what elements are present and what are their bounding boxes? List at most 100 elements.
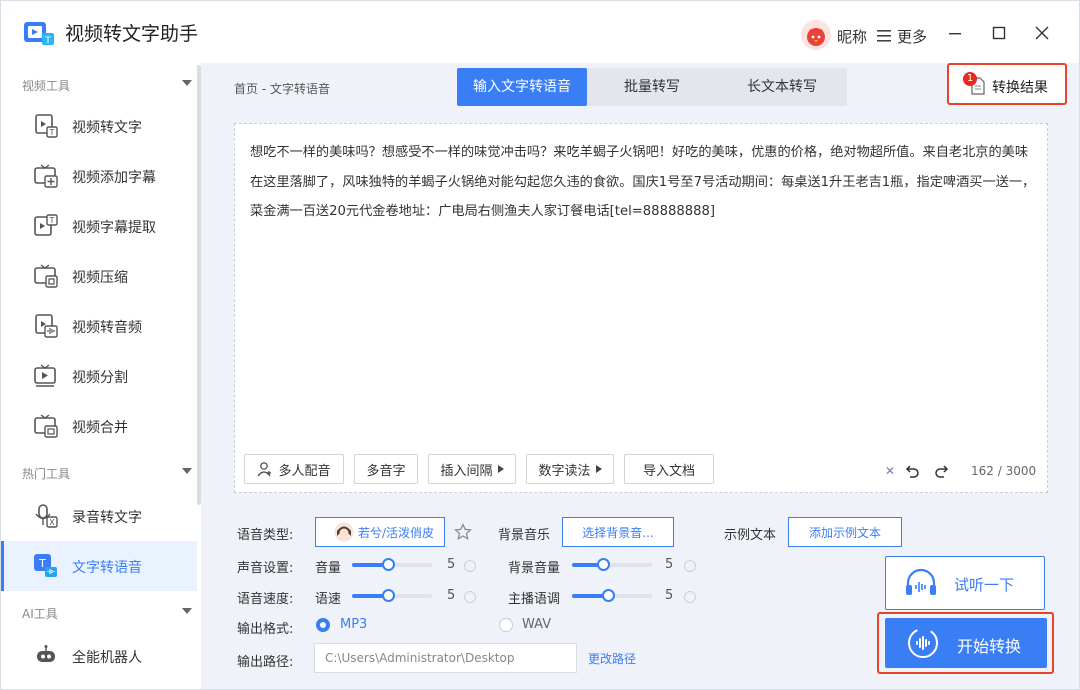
breadcrumb: 首页 - 文字转语音 xyxy=(234,82,330,96)
select-bgm-button[interactable]: 选择背景音... xyxy=(562,517,674,547)
rate-label: 语速 xyxy=(315,592,342,607)
output-path-input[interactable]: C:\Users\Administrator\Desktop xyxy=(314,643,577,673)
listen-label: 试听一下 xyxy=(954,576,1015,594)
mode-tabs: 输入文字转语音 批量转写 长文本转写 xyxy=(457,68,847,106)
bg-volume-label: 背景音量 xyxy=(508,561,561,576)
polyphone-button[interactable]: 多音字 xyxy=(354,454,418,484)
sidebar-section-hot-tools[interactable]: 热门工具 xyxy=(1,453,197,489)
sidebar-item-video-compress[interactable]: 视频压缩 xyxy=(1,251,197,301)
format-mp3-radio[interactable] xyxy=(316,618,330,632)
bg-volume-slider[interactable] xyxy=(572,558,652,571)
reset-rate-icon[interactable] xyxy=(464,591,476,603)
chevron-down-icon xyxy=(182,468,192,474)
pitch-knob[interactable] xyxy=(602,589,615,602)
notification-badge: 1 xyxy=(963,72,977,86)
star-icon[interactable] xyxy=(454,523,472,541)
volume-slider[interactable] xyxy=(352,558,432,571)
sidebar-item-video-merge[interactable]: 视频合并 xyxy=(1,401,197,451)
sidebar-item-add-subtitle[interactable]: 视频添加字幕 xyxy=(1,151,197,201)
app-window: T 视频转文字助手 昵称 更多 视频工具 T 视频转文字 视频添加字幕 T 视频… xyxy=(0,0,1080,690)
start-conversion-button[interactable]: 开始转换 xyxy=(885,618,1047,668)
pitch-slider[interactable] xyxy=(572,589,652,602)
headphones-icon xyxy=(906,568,936,595)
result-label: 转换结果 xyxy=(992,80,1048,96)
sidebar-scrollbar[interactable] xyxy=(197,65,201,505)
sidebar-section-video-tools[interactable]: 视频工具 xyxy=(1,65,197,101)
more-menu-button[interactable]: 更多 xyxy=(877,25,927,47)
pitch-value: 5 xyxy=(665,588,674,603)
format-wav-radio[interactable] xyxy=(499,618,513,632)
extract-subtitle-icon: T xyxy=(34,214,58,236)
volume-knob[interactable] xyxy=(382,558,395,571)
sidebar-item-robot[interactable]: 全能机器人 xyxy=(1,631,197,681)
sidebar-item-label: 视频合并 xyxy=(72,420,128,436)
recording-to-text-icon: X xyxy=(35,504,58,528)
start-label: 开始转换 xyxy=(957,637,1022,656)
tab-input-text[interactable]: 输入文字转语音 xyxy=(457,68,587,106)
sidebar-item-label: 文字转语音 xyxy=(72,560,142,576)
text-editor[interactable]: 想吃不一样的美味吗？想感受不一样的味觉冲击吗？来吃羊蝎子火锅吧！好吃的美味，优惠… xyxy=(234,123,1048,493)
voice-select-button[interactable]: 若兮/活泼俏皮 xyxy=(315,517,445,547)
sidebar-item-label: 视频字幕提取 xyxy=(72,220,156,236)
path-label: 输出路径: xyxy=(237,655,294,670)
maximize-icon[interactable] xyxy=(987,21,1011,45)
undo-icon[interactable] xyxy=(903,462,921,480)
minimize-icon[interactable] xyxy=(943,21,967,45)
sidebar-item-label: 视频转音频 xyxy=(72,320,142,336)
format-wav-label[interactable]: WAV xyxy=(522,617,551,632)
svg-text:T: T xyxy=(44,36,51,46)
bg-volume-knob[interactable] xyxy=(597,558,610,571)
svg-text:T: T xyxy=(49,216,55,225)
text-to-speech-icon: T xyxy=(34,554,57,577)
svg-text:T: T xyxy=(49,128,55,137)
rate-slider[interactable] xyxy=(352,589,432,602)
import-document-button[interactable]: 导入文档 xyxy=(624,454,714,484)
reset-volume-icon[interactable] xyxy=(464,560,476,572)
number-reading-button[interactable]: 数字读法 xyxy=(526,454,614,484)
tab-batch[interactable]: 批量转写 xyxy=(587,68,717,106)
main-panel: 首页 - 文字转语音 输入文字转语音 批量转写 长文本转写 1 转换结果 想吃不… xyxy=(202,63,1079,689)
bg-volume-value: 5 xyxy=(665,557,674,572)
caret-right-icon xyxy=(497,465,504,473)
sidebar-item-video-to-text[interactable]: T 视频转文字 xyxy=(1,101,197,151)
change-path-link[interactable]: 更改路径 xyxy=(588,650,636,667)
insert-pause-button[interactable]: 插入间隔 xyxy=(428,454,516,484)
sidebar-item-text-to-speech[interactable]: T 文字转语音 xyxy=(1,541,197,591)
user-avatar[interactable] xyxy=(801,20,831,50)
voice-name: 若兮/活泼俏皮 xyxy=(357,525,435,540)
add-subtitle-icon xyxy=(34,164,58,188)
sidebar-item-recording-to-text[interactable]: X 录音转文字 xyxy=(1,491,197,541)
more-label: 更多 xyxy=(897,27,928,46)
nickname[interactable]: 昵称 xyxy=(837,26,867,47)
video-to-text-icon: T xyxy=(35,114,58,138)
rate-knob[interactable] xyxy=(382,589,395,602)
reset-bg-volume-icon[interactable] xyxy=(684,560,696,572)
close-icon[interactable] xyxy=(1030,21,1054,45)
video-to-audio-icon xyxy=(35,314,58,338)
editor-toolbar: 多人配音 多音字 插入间隔 数字读法 导入文档 xyxy=(244,454,714,484)
sidebar-item-video-split[interactable]: 视频分割 xyxy=(1,351,197,401)
tab-long-text[interactable]: 长文本转写 xyxy=(717,68,847,106)
preview-listen-button[interactable]: 试听一下 xyxy=(885,556,1045,610)
reset-pitch-icon[interactable] xyxy=(684,591,696,603)
svg-text:X: X xyxy=(49,518,55,527)
voice-type-label: 语音类型: xyxy=(237,528,294,543)
user-icon xyxy=(258,462,272,477)
sidebar-item-label: 视频添加字幕 xyxy=(72,170,156,186)
add-sample-text-button[interactable]: 添加示例文本 xyxy=(788,517,902,547)
video-compress-icon xyxy=(34,264,58,288)
sidebar-item-extract-subtitle[interactable]: T 视频字幕提取 xyxy=(1,201,197,251)
sidebar-section-ai-tools[interactable]: AI工具 xyxy=(1,593,197,629)
redo-icon[interactable] xyxy=(933,462,951,480)
format-mp3-label[interactable]: MP3 xyxy=(340,617,367,632)
editor-text[interactable]: 想吃不一样的美味吗？想感受不一样的味觉冲击吗？来吃羊蝎子火锅吧！好吃的美味，优惠… xyxy=(250,138,1040,227)
sidebar-item-video-to-audio[interactable]: 视频转音频 xyxy=(1,301,197,351)
menu-icon xyxy=(877,30,891,42)
multi-voice-button[interactable]: 多人配音 xyxy=(244,454,344,484)
rate-value: 5 xyxy=(447,588,456,603)
clear-icon[interactable]: ✕ xyxy=(883,464,897,478)
char-count: 162 / 3000 xyxy=(971,464,1037,478)
bgm-label: 背景音乐 xyxy=(498,528,551,543)
conversion-result-button[interactable]: 1 转换结果 xyxy=(947,63,1067,105)
pitch-label: 主播语调 xyxy=(508,592,561,607)
